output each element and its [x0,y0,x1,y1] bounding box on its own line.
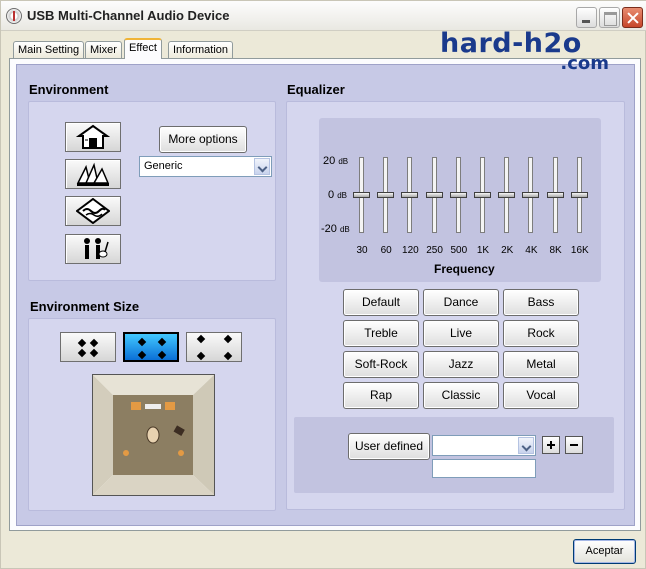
window-title: USB Multi-Channel Audio Device [27,8,230,23]
tab-effect[interactable]: Effect [124,38,162,59]
eq-slider-thumb[interactable] [498,192,516,198]
watermark-logo: hard-h2o .com [440,28,620,74]
db-mid-label: 0 dB [328,189,347,201]
tab-mixer[interactable]: Mixer [85,41,122,59]
remove-preset-button[interactable] [565,436,583,454]
preset-soft-rock-button[interactable]: Soft-Rock [343,351,419,378]
chevron-down-icon[interactable] [518,437,534,454]
preset-name-input[interactable] [432,459,536,478]
environment-select[interactable]: Generic [139,156,272,177]
eq-slider-thumb[interactable] [546,192,564,198]
preset-vocal-button[interactable]: Vocal [503,382,579,409]
watermark-line1: hard-h2o [440,28,582,59]
preset-rap-button[interactable]: Rap [343,382,419,409]
environment-select-value: Generic [144,160,183,172]
db-top-label: 20 dB [323,155,349,167]
preset-bass-button[interactable]: Bass [503,289,579,316]
preset-live-button[interactable]: Live [423,320,499,347]
preset-classic-button[interactable]: Classic [423,382,499,409]
preset-treble-button[interactable]: Treble [343,320,419,347]
eq-slider-thumb[interactable] [522,192,540,198]
small-room-icon[interactable] [60,332,116,362]
eq-slider-thumb[interactable] [353,192,370,198]
accept-button[interactable]: Aceptar [573,539,636,564]
music-room-icon[interactable] [65,234,121,264]
opera-house-icon[interactable] [65,159,121,189]
eq-slider-thumb[interactable] [377,192,395,198]
eq-slider-thumb[interactable] [449,192,467,198]
preset-dance-button[interactable]: Dance [423,289,499,316]
equalizer-title: Equalizer [287,82,345,97]
title-bar: USB Multi-Channel Audio Device [1,1,646,31]
room-preview [92,374,215,496]
close-button[interactable] [622,7,643,28]
tab-main-setting[interactable]: Main Setting [13,41,85,59]
preset-metal-button[interactable]: Metal [503,351,579,378]
db-bottom-label: -20 dB [321,223,350,235]
environment-size-title: Environment Size [30,299,140,314]
more-options-button[interactable]: More options [159,126,247,153]
eq-frequency-label: 16K [570,245,589,256]
tab-information[interactable]: Information [168,41,234,59]
environment-title: Environment [29,82,109,97]
large-room-icon[interactable] [186,332,242,362]
frequency-label: Frequency [434,262,495,276]
eq-slider-thumb[interactable] [474,192,491,198]
maximize-button[interactable] [599,7,620,28]
eq-slider-thumb[interactable] [401,192,419,198]
user-defined-button[interactable]: User defined [348,433,430,460]
main-window: USB Multi-Channel Audio Device Main Sett… [0,0,646,569]
medium-room-icon[interactable] [123,332,179,362]
preset-rock-button[interactable]: Rock [503,320,579,347]
add-preset-button[interactable] [542,436,560,454]
user-preset-select[interactable] [432,435,536,456]
chevron-down-icon[interactable] [254,158,270,175]
hall-icon[interactable] [65,122,121,152]
preset-default-button[interactable]: Default [343,289,419,316]
eq-slider-thumb[interactable] [425,192,443,198]
app-icon [6,8,22,24]
preset-jazz-button[interactable]: Jazz [423,351,499,378]
eq-slider-thumb[interactable] [570,192,588,198]
underwater-icon[interactable] [65,196,121,226]
minimize-button[interactable] [576,7,597,28]
